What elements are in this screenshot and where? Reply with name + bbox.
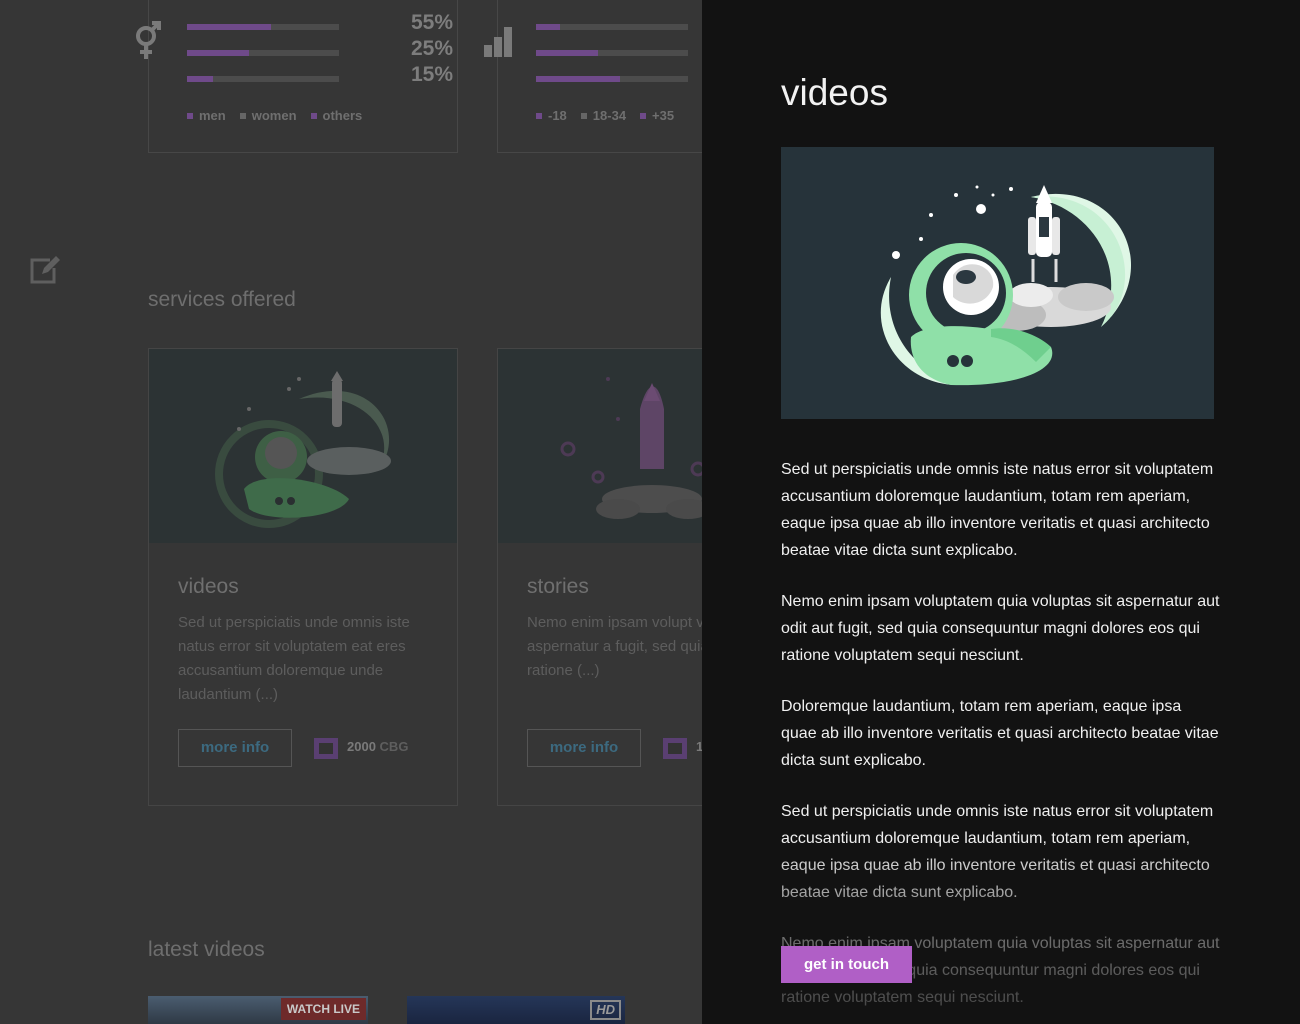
legend-item: +35 xyxy=(640,108,674,123)
edit-icon[interactable] xyxy=(28,254,62,286)
latest-videos-title: latest videos xyxy=(148,938,265,961)
service-description: Sed ut perspiciatis unde omnis iste natu… xyxy=(178,614,410,703)
coin-icon xyxy=(314,738,338,759)
astronaut-illustration xyxy=(149,349,457,543)
age-legend: -18 18-34 +35 xyxy=(536,108,674,123)
panel-paragraph: Doloremque laudantium, totam rem aperiam… xyxy=(781,698,1219,769)
gender-percent-women: 25% xyxy=(410,37,453,60)
gender-percent-others: 15% xyxy=(410,63,453,86)
service-name: videos xyxy=(178,575,239,598)
legend-item: women xyxy=(239,108,297,123)
service-card-videos: videos Sed ut perspiciatis unde omnis is… xyxy=(148,348,458,806)
get-in-touch-button[interactable]: get in touch xyxy=(781,946,912,983)
coin-icon xyxy=(663,738,687,759)
gender-percent-men: 55% xyxy=(410,11,453,34)
gender-legend: men women others xyxy=(187,108,362,123)
astronaut-hero-illustration xyxy=(781,147,1214,419)
gender-icon xyxy=(129,21,169,61)
legend-item: 18-34 xyxy=(580,108,626,123)
detail-panel: videos Sed ut perspiciatis unde omnis is… xyxy=(702,0,1300,1024)
more-info-button[interactable]: more info xyxy=(527,729,641,767)
panel-title: videos xyxy=(781,72,888,113)
legend-item: men xyxy=(187,108,226,123)
gender-bar-others: 15% xyxy=(187,63,453,95)
service-name: stories xyxy=(527,575,589,598)
video-thumbnail[interactable]: WATCH LIVE xyxy=(148,996,368,1024)
gender-stats-card: 55% 25% 15% men women others xyxy=(136,0,458,153)
panel-body: Sed ut perspiciatis unde omnis iste natu… xyxy=(781,456,1221,1024)
hd-badge: HD xyxy=(590,1000,621,1020)
legend-item: others xyxy=(310,108,362,123)
panel-paragraph: Sed ut perspiciatis unde omnis iste natu… xyxy=(781,461,1214,559)
watch-live-badge: WATCH LIVE xyxy=(280,998,366,1020)
legend-item: -18 xyxy=(536,108,567,123)
panel-paragraph: Sed ut perspiciatis unde omnis iste natu… xyxy=(781,803,1214,901)
services-section-title: services offered xyxy=(148,288,296,311)
bar-chart-icon xyxy=(478,21,518,61)
video-thumbnail[interactable]: HD xyxy=(407,996,625,1024)
panel-paragraph: Nemo enim ipsam voluptatem quia voluptas… xyxy=(781,593,1220,664)
more-info-button[interactable]: more info xyxy=(178,729,292,767)
service-price: 2000 CBG xyxy=(347,739,409,754)
